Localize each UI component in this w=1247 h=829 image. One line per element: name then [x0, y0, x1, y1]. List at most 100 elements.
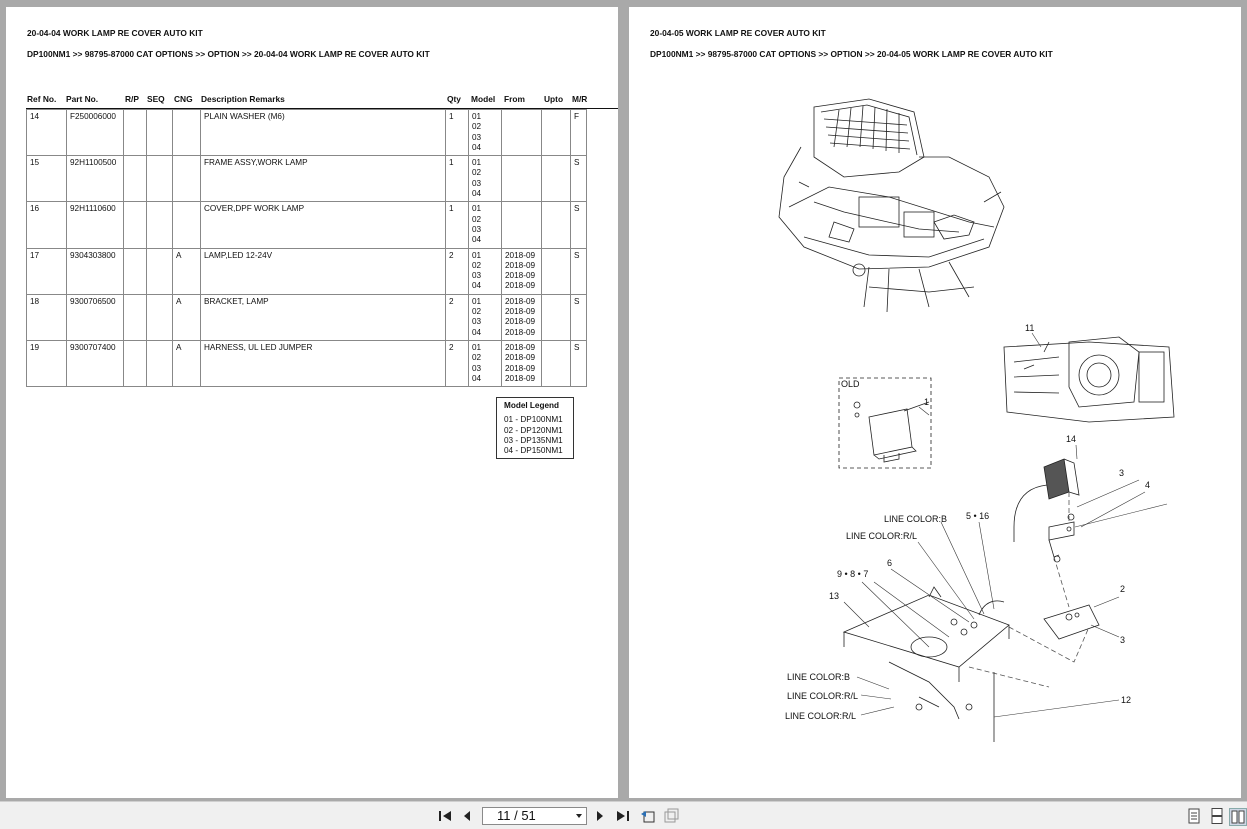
model-code: 04	[472, 327, 482, 337]
chevron-down-icon	[576, 814, 582, 818]
cell-upto	[541, 247, 571, 295]
from-date: 2018-09	[505, 307, 536, 317]
two-page-view-icon[interactable]	[1229, 808, 1247, 826]
diagram-label: 9 • 8 • 7	[837, 569, 868, 579]
col-header-upto: Upto	[544, 94, 564, 104]
cell-seq	[146, 339, 173, 388]
page-number-select[interactable]: 11 / 51	[482, 807, 587, 825]
diagram-label: LINE COLOR:R/L	[846, 531, 917, 541]
single-page-view-icon[interactable]	[1186, 808, 1202, 824]
first-page-icon[interactable]	[437, 808, 453, 824]
bracket-plate-drawing	[1043, 604, 1100, 640]
cell-qty: 2	[445, 293, 469, 341]
cell-cng	[172, 201, 201, 249]
prev-view-icon[interactable]	[640, 808, 656, 824]
page-indicator: 11 / 51	[497, 808, 536, 823]
model-legend-item: 01 - DP100NM1	[504, 415, 563, 425]
old-lamp-drawing	[853, 401, 930, 463]
diagram-label: LINE COLOR:R/L	[785, 711, 856, 721]
cell-upto	[541, 108, 571, 157]
cell-qty: 1	[445, 201, 469, 249]
cover-plate-drawing	[842, 586, 1010, 742]
model-code: 01	[472, 250, 482, 260]
diagram-label: 13	[829, 591, 839, 601]
cell-desc: PLAIN WASHER (M6)	[200, 108, 446, 157]
cell-ref: 16	[26, 201, 67, 249]
col-header-cng: CNG	[174, 94, 193, 104]
from-date: 2018-09	[505, 296, 536, 306]
cell-desc: FRAME ASSY,WORK LAMP	[200, 155, 446, 203]
diagram-label: 2	[1120, 584, 1125, 594]
diagram-label: 5 • 16	[966, 511, 989, 521]
diagram-label: 3	[1120, 635, 1125, 645]
model-legend-item: 02 - DP120NM1	[504, 425, 563, 435]
model-legend-item: 04 - DP150NM1	[504, 446, 563, 456]
cell-rp	[123, 247, 147, 295]
model-code: 02	[472, 260, 482, 270]
cell-cng	[172, 155, 201, 203]
forklift-chassis-drawing	[778, 98, 1005, 313]
cell-qty: 1	[445, 108, 469, 157]
model-code: 02	[472, 168, 482, 178]
cell-seq	[146, 155, 173, 203]
diagram-label: 12	[1121, 695, 1131, 705]
prev-page-icon[interactable]	[459, 808, 475, 824]
model-code: 02	[472, 122, 482, 132]
continuous-view-icon[interactable]	[1209, 808, 1225, 824]
cell-rp	[123, 108, 147, 157]
cell-mr: S	[570, 201, 587, 249]
model-code: 03	[472, 317, 482, 327]
diagram-label: OLD	[841, 379, 860, 389]
cell-models: 01 02 03 04	[468, 201, 502, 249]
from-date: 2018-09	[505, 317, 536, 327]
cell-mr: S	[570, 293, 587, 341]
cell-qty: 1	[445, 155, 469, 203]
left-page-breadcrumb: DP100NM1 >> 98795-87000 CAT OPTIONS >> O…	[27, 49, 430, 59]
cell-part: 9300707400	[66, 339, 124, 388]
cell-ref: 17	[26, 247, 67, 295]
cell-cng: A	[172, 339, 201, 388]
from-date: 2018-09	[505, 260, 536, 270]
model-code: 01	[472, 296, 482, 306]
from-date: 2018-09	[505, 353, 536, 363]
from-date: 2018-09	[505, 327, 536, 337]
cell-from	[501, 201, 542, 249]
model-code: 02	[472, 353, 482, 363]
col-header-model: Model	[471, 94, 496, 104]
model-code: 01	[472, 112, 482, 121]
cell-ref: 19	[26, 339, 67, 388]
table-row: 17 9304303800 A LAMP,LED 12-24V 2 01 02 03…	[26, 247, 587, 295]
cell-models: 01 02 03 04	[468, 339, 502, 388]
cell-upto	[541, 293, 571, 341]
cell-cng: A	[172, 247, 201, 295]
model-code: 03	[472, 178, 482, 188]
model-code: 01	[472, 158, 482, 168]
cell-part: 9300706500	[66, 293, 124, 341]
cell-rp	[123, 201, 147, 249]
diagram-label: LINE COLOR:B	[884, 514, 947, 524]
diagram-label: 11	[1025, 323, 1034, 333]
next-view-icon[interactable]	[663, 808, 679, 824]
cell-rp	[123, 293, 147, 341]
model-code: 01	[472, 342, 482, 352]
pdf-viewer-toolbar: 11 / 51	[0, 801, 1247, 829]
cell-desc: BRACKET, LAMP	[200, 293, 446, 341]
cell-cng	[172, 108, 201, 157]
model-code: 03	[472, 224, 482, 234]
parts-table: 14 F250006000 PLAIN WASHER (M6) 1 01 02 03…	[26, 108, 587, 388]
model-code: 04	[472, 142, 482, 152]
next-page-icon[interactable]	[592, 808, 608, 824]
model-code: 03	[472, 132, 482, 142]
col-header-desc: Description Remarks	[201, 94, 285, 104]
cell-qty: 2	[445, 247, 469, 295]
col-header-ref: Ref No.	[27, 94, 57, 104]
table-row: 14 F250006000 PLAIN WASHER (M6) 1 01 02 03…	[26, 108, 587, 157]
cell-from: 2018-09 2018-09 2018-09 2018-09	[501, 339, 542, 388]
cell-ref: 15	[26, 155, 67, 203]
col-header-rp: R/P	[125, 94, 139, 104]
cell-seq	[146, 293, 173, 341]
from-date: 2018-09	[505, 271, 536, 281]
cell-ref: 14	[26, 108, 67, 157]
last-page-icon[interactable]	[615, 808, 631, 824]
cell-rp	[123, 339, 147, 388]
